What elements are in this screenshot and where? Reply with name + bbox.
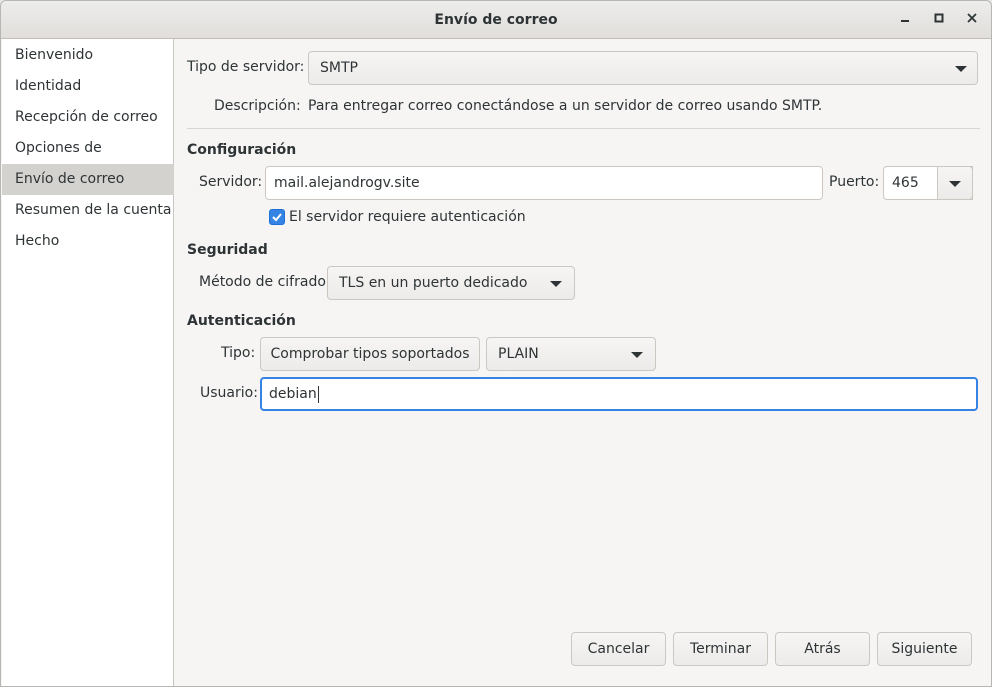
server-type-label: Tipo de servidor: (187, 59, 305, 75)
finish-button[interactable]: Terminar (673, 632, 768, 666)
server-label: Servidor: (199, 174, 263, 190)
maximize-icon[interactable] (927, 8, 951, 32)
server-type-value: SMTP (320, 60, 358, 76)
port-dropdown-button[interactable] (937, 166, 973, 200)
check-supported-types-button[interactable]: Comprobar tipos soportados (260, 337, 480, 371)
user-label: Usuario: (200, 385, 258, 401)
titlebar[interactable]: Envío de correo (1, 1, 991, 39)
auth-type-value: PLAIN (498, 346, 539, 362)
cancel-button[interactable]: Cancelar (571, 632, 666, 666)
auth-required-checkbox[interactable] (269, 209, 285, 225)
port-label: Puerto: (829, 174, 880, 190)
auth-type-dropdown[interactable]: PLAIN (486, 337, 656, 371)
auth-type-label: Tipo: (221, 345, 256, 361)
encryption-value: TLS en un puerto dedicado (339, 275, 528, 291)
sidebar-item-welcome[interactable]: Bienvenido (2, 40, 174, 71)
chevron-down-icon (550, 281, 562, 287)
assistant-window: Envío de correo Bienvenido Identidad Rec… (0, 0, 992, 687)
username-input[interactable]: debian (260, 377, 978, 411)
minimize-icon[interactable] (893, 8, 917, 32)
security-heading: Seguridad (187, 242, 268, 258)
server-input[interactable]: mail.alejandrogv.site (265, 166, 823, 200)
configuration-heading: Configuración (187, 142, 297, 158)
chevron-down-icon (955, 66, 967, 72)
sidebar-item-account-summary[interactable]: Resumen de la cuenta (2, 195, 174, 226)
close-icon[interactable] (960, 8, 984, 32)
sidebar-item-done[interactable]: Hecho (2, 226, 174, 257)
separator (187, 128, 980, 129)
auth-required-label[interactable]: El servidor requiere autenticación (289, 209, 526, 225)
description-text: Para entregar correo conectándose a un s… (308, 98, 823, 114)
authentication-heading: Autenticación (187, 313, 296, 329)
sidebar: Bienvenido Identidad Recepción de correo… (2, 39, 174, 686)
server-type-dropdown[interactable]: SMTP (308, 51, 978, 85)
main-content: Tipo de servidor: SMTP Descripción: Para… (175, 39, 991, 686)
sidebar-item-identity[interactable]: Identidad (2, 71, 174, 102)
text-cursor (317, 385, 319, 403)
checkmark-icon (272, 213, 282, 222)
sidebar-item-receiving[interactable]: Recepción de correo (2, 102, 174, 133)
chevron-down-icon (631, 352, 643, 358)
encryption-dropdown[interactable]: TLS en un puerto dedicado (327, 266, 575, 300)
description-label: Descripción: (214, 98, 301, 114)
sidebar-item-receiving-options[interactable]: Opciones de recepción (2, 133, 174, 187)
back-button[interactable]: Atrás (775, 632, 870, 666)
window-title: Envío de correo (434, 12, 558, 28)
username-value: debian (269, 386, 317, 402)
sidebar-item-sending[interactable]: Envío de correo (2, 164, 174, 195)
chevron-down-icon (949, 181, 961, 187)
next-button[interactable]: Siguiente (877, 632, 972, 666)
encryption-label: Método de cifrado: (199, 274, 331, 290)
